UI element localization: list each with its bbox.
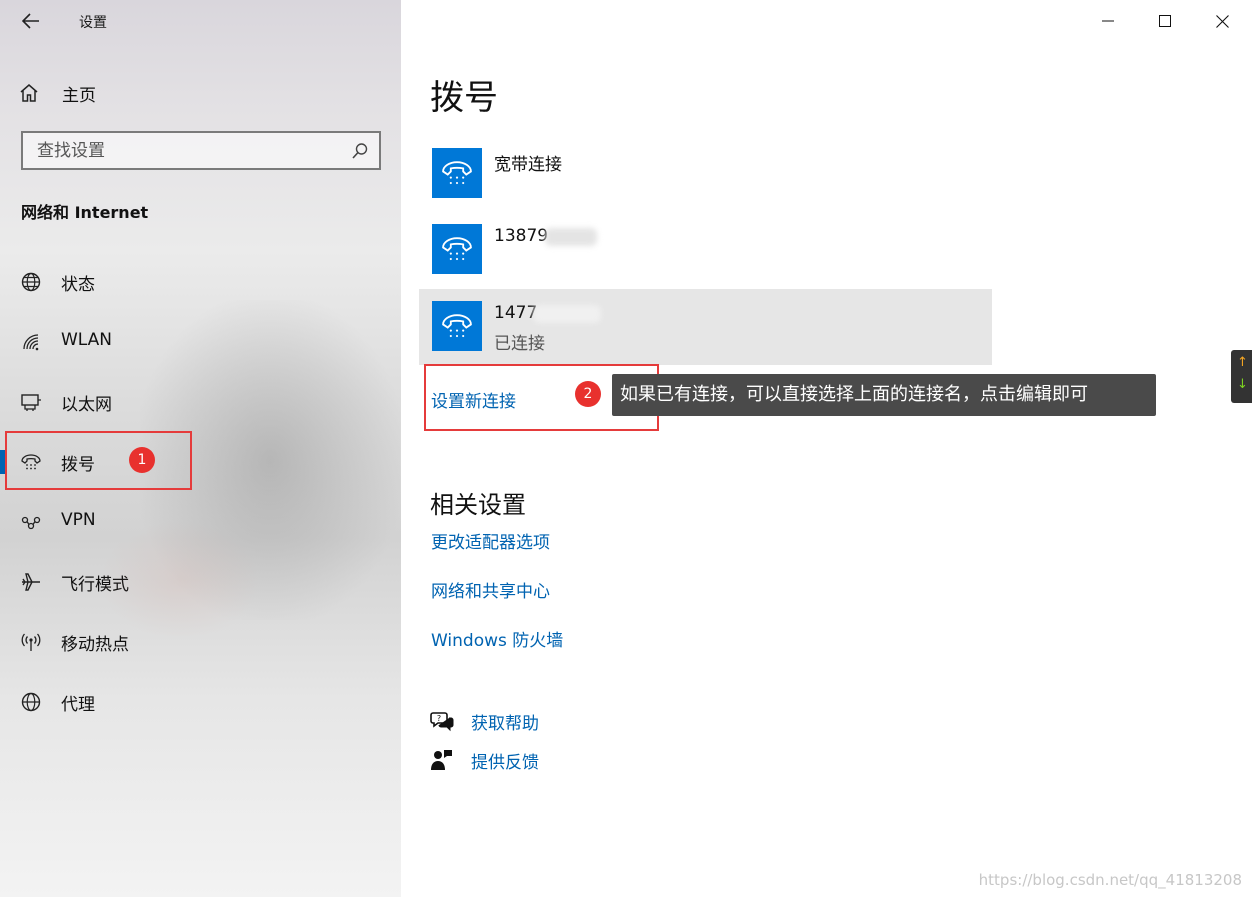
close-button[interactable]	[1193, 0, 1251, 42]
sidebar-item-label: VPN	[61, 510, 96, 530]
maximize-icon	[1159, 15, 1171, 27]
annotation-badge-1: 1	[129, 447, 155, 473]
page-title: 拨号	[430, 78, 498, 118]
dialup-phone-icon	[442, 161, 472, 185]
sidebar-item-airplane[interactable]: 飞行模式	[0, 557, 401, 607]
connection-status: 已连接	[494, 334, 545, 354]
windows-firewall-link[interactable]: Windows 防火墙	[431, 626, 563, 651]
airplane-icon	[20, 571, 42, 593]
connection-tile	[432, 148, 482, 198]
annotation-badge-2: 2	[575, 381, 601, 407]
up-arrow-icon: ↑	[1237, 355, 1248, 370]
get-help-row[interactable]: ? 获取帮助	[430, 708, 539, 734]
give-feedback-label: 提供反馈	[471, 752, 539, 773]
dialup-phone-icon	[442, 237, 472, 261]
back-button[interactable]	[14, 6, 48, 36]
sidebar-item-label: 状态	[61, 275, 95, 295]
connection-item-13879[interactable]: 13879	[419, 212, 992, 288]
give-feedback-row[interactable]: 提供反馈	[430, 747, 539, 773]
wifi-icon	[20, 331, 42, 353]
maximize-button[interactable]	[1136, 0, 1194, 42]
home-label: 主页	[62, 85, 96, 106]
feedback-icon	[430, 748, 454, 772]
sidebar-item-label: 以太网	[61, 395, 112, 415]
search-icon[interactable]	[351, 142, 369, 160]
back-arrow-icon	[22, 13, 39, 29]
help-chat-icon: ?	[430, 709, 454, 733]
globe-status-icon	[20, 271, 42, 293]
sidebar-item-label: 代理	[61, 695, 95, 715]
search-box[interactable]	[21, 131, 381, 170]
change-adapter-options-link[interactable]: 更改适配器选项	[431, 528, 550, 553]
network-sharing-center-link[interactable]: 网络和共享中心	[431, 577, 550, 602]
watermark: https://blog.csdn.net/qq_41813208	[978, 871, 1242, 889]
sidebar-item-label: 飞行模式	[61, 575, 129, 595]
sidebar-item-proxy[interactable]: 代理	[0, 677, 401, 727]
app-title: 设置	[79, 15, 107, 31]
minimize-button[interactable]	[1079, 0, 1137, 42]
dialup-phone-icon	[442, 314, 472, 338]
section-title: 网络和 Internet	[21, 203, 149, 222]
sidebar-item-vpn[interactable]: VPN	[0, 497, 401, 547]
related-settings-title: 相关设置	[430, 491, 526, 519]
connection-name: 宽带连接	[494, 155, 562, 175]
annotation-tooltip: 如果已有连接，可以直接选择上面的连接名，点击编辑即可	[612, 374, 1156, 416]
connection-item-1477[interactable]: 1477 已连接	[419, 289, 992, 365]
vpn-icon	[20, 511, 42, 533]
sidebar-item-label: WLAN	[61, 330, 113, 350]
sidebar-item-home[interactable]: 主页	[18, 78, 96, 108]
ethernet-icon	[20, 391, 42, 413]
down-arrow-icon: ↓	[1237, 377, 1248, 392]
close-icon	[1215, 14, 1229, 28]
home-icon	[20, 84, 38, 102]
sidebar-item-hotspot[interactable]: 移动热点	[0, 617, 401, 667]
annotation-box-1	[5, 431, 192, 490]
search-input[interactable]	[37, 140, 337, 161]
connection-name: 13879	[494, 226, 549, 246]
minimize-icon	[1102, 20, 1114, 22]
redaction-blur	[533, 305, 601, 323]
sidebar-item-wlan[interactable]: WLAN	[0, 317, 401, 367]
connection-item-broadband[interactable]: 宽带连接	[419, 136, 992, 212]
connection-tile	[432, 224, 482, 274]
side-widget[interactable]: ↑ ↓	[1231, 350, 1252, 403]
redaction-blur	[545, 228, 597, 246]
get-help-label: 获取帮助	[471, 713, 539, 734]
connection-tile	[432, 301, 482, 351]
connection-name: 1477	[494, 303, 538, 323]
globe-icon	[20, 691, 42, 713]
hotspot-icon	[20, 631, 42, 653]
sidebar-item-status[interactable]: 状态	[0, 257, 401, 307]
sidebar-item-ethernet[interactable]: 以太网	[0, 377, 401, 427]
svg-text:?: ?	[437, 714, 441, 723]
sidebar-item-label: 移动热点	[61, 635, 129, 655]
